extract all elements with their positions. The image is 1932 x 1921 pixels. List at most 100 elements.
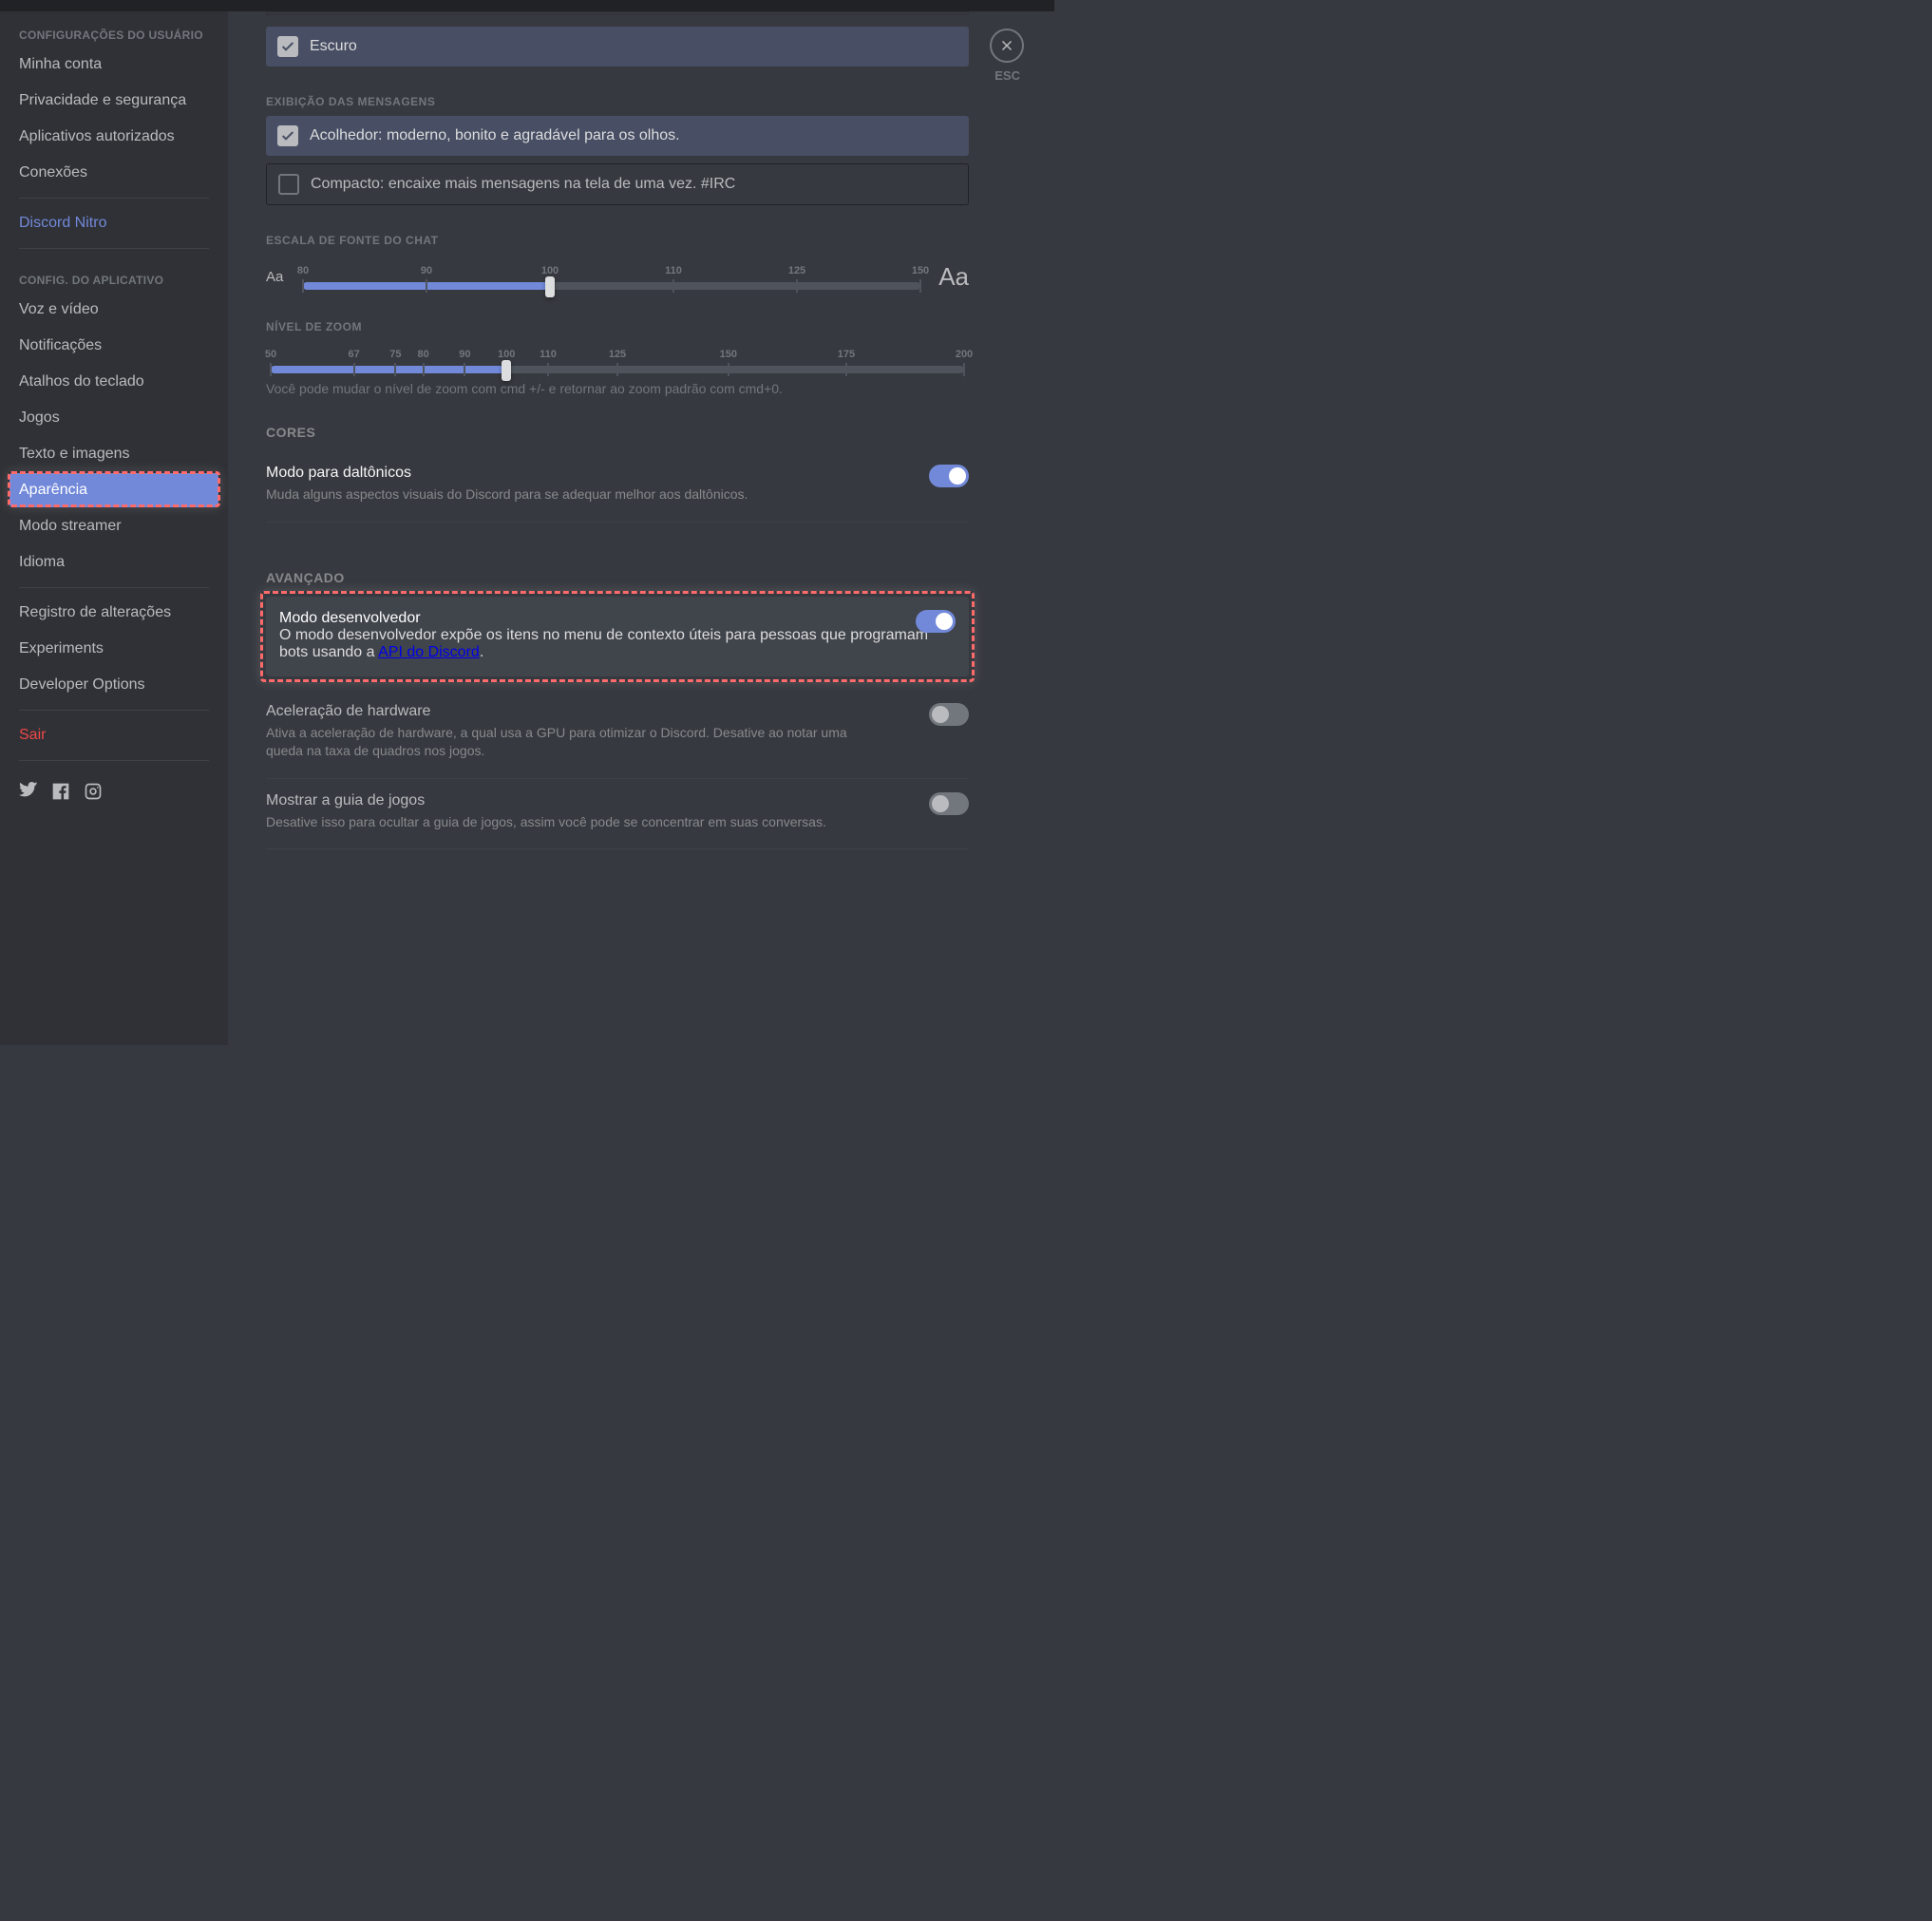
- slider-tick-label: 100: [541, 265, 559, 276]
- font-scale-slider-block: Aa 8090100110125150 Aa: [266, 262, 969, 292]
- instagram-icon[interactable]: [84, 782, 103, 806]
- checkbox-checked-icon: [277, 125, 298, 146]
- slider-tick-label: 200: [956, 349, 973, 360]
- games-tab-title: Mostrar a guia de jogos: [266, 792, 969, 809]
- hw-accel-title: Aceleração de hardware: [266, 703, 969, 720]
- section-header-message-display: EXIBIÇÃO DAS MENSAGENS: [266, 95, 969, 108]
- slider-tick-label: 75: [389, 349, 401, 360]
- display-option-cozy[interactable]: Acolhedor: moderno, bonito e agradável p…: [266, 116, 969, 156]
- slider-tick-mark: [963, 363, 965, 376]
- sidebar-item-authorized-apps[interactable]: Aplicativos autorizados: [9, 120, 218, 154]
- sidebar-divider: [19, 760, 209, 761]
- slider-tick-label: 110: [665, 265, 682, 276]
- developer-mode-desc: O modo desenvolvedor expõe os itens no m…: [279, 627, 956, 661]
- font-large-indicator: Aa: [937, 262, 969, 292]
- sidebar-item-notifications[interactable]: Notificações: [9, 329, 218, 363]
- checkbox-checked-icon: [277, 36, 298, 57]
- hw-accel-toggle[interactable]: [929, 703, 969, 726]
- slider-tick-mark: [547, 363, 549, 376]
- facebook-icon[interactable]: [51, 782, 70, 806]
- slider-tick-label: 67: [348, 349, 359, 360]
- slider-tick-mark: [672, 279, 674, 293]
- slider-tick-label: 125: [609, 349, 626, 360]
- setting-colorblind-mode: Modo para daltônicos Muda alguns aspecto…: [266, 451, 969, 523]
- close-icon: [998, 37, 1015, 54]
- close-settings-button[interactable]: [990, 29, 1024, 63]
- social-links: [9, 769, 218, 819]
- titlebar-strip: [228, 0, 1054, 11]
- slider-tick-mark: [845, 363, 847, 376]
- games-tab-toggle[interactable]: [929, 792, 969, 815]
- close-label: ESC: [994, 68, 1020, 83]
- sidebar-item-appearance[interactable]: Aparência: [9, 473, 218, 507]
- cozy-label: Acolhedor: moderno, bonito e agradável p…: [310, 127, 680, 144]
- slider-tick-label: 80: [417, 349, 428, 360]
- slider-tick-label: 125: [788, 265, 805, 276]
- sidebar-item-streamer-mode[interactable]: Modo streamer: [9, 509, 218, 543]
- sidebar-divider: [19, 198, 209, 199]
- slider-tick-label: 90: [459, 349, 470, 360]
- sidebar-item-my-account[interactable]: Minha conta: [9, 48, 218, 82]
- games-tab-desc: Desative isso para ocultar a guia de jog…: [266, 813, 874, 832]
- slider-tick-mark: [423, 363, 425, 376]
- toggle-knob: [932, 795, 949, 812]
- slider-tick-label: 110: [540, 349, 557, 360]
- setting-hardware-acceleration: Aceleração de hardware Ativa a aceleraçã…: [266, 690, 969, 779]
- sidebar-item-language[interactable]: Idioma: [9, 545, 218, 580]
- slider-tick-label: 150: [912, 265, 929, 276]
- theme-option-dark[interactable]: Escuro: [266, 27, 969, 67]
- sidebar-item-nitro[interactable]: Discord Nitro: [9, 206, 218, 240]
- colorblind-toggle[interactable]: [929, 465, 969, 487]
- sidebar-item-keybinds[interactable]: Atalhos do teclado: [9, 365, 218, 399]
- sidebar-divider: [19, 248, 209, 249]
- slider-tick-mark: [270, 363, 272, 376]
- sidebar-divider: [19, 710, 209, 711]
- slider-tick-mark: [302, 279, 304, 293]
- section-header-advanced: AVANÇADO: [266, 570, 969, 585]
- slider-tick-label: 50: [265, 349, 276, 360]
- section-header-font-scale: ESCALA DE FONTE DO CHAT: [266, 234, 969, 247]
- slider-thumb[interactable]: [502, 360, 511, 381]
- slider-tick-mark: [796, 279, 798, 293]
- setting-divider: [266, 522, 969, 523]
- sidebar-item-games[interactable]: Jogos: [9, 401, 218, 435]
- setting-divider: [266, 848, 969, 849]
- twitter-icon[interactable]: [19, 782, 38, 806]
- zoom-slider[interactable]: 5067758090100110125150175200: [266, 349, 969, 373]
- slider-tick-label: 100: [498, 349, 515, 360]
- theme-dark-label: Escuro: [310, 38, 357, 55]
- developer-mode-toggle[interactable]: [916, 610, 956, 633]
- sidebar-header-app: CONFIG. DO APLICATIVO: [9, 257, 218, 293]
- display-option-compact[interactable]: Compacto: encaixe mais mensagens na tela…: [266, 163, 969, 205]
- developer-mode-title: Modo desenvolvedor: [279, 610, 956, 627]
- colorblind-desc: Muda alguns aspectos visuais do Discord …: [266, 485, 874, 504]
- discord-api-link[interactable]: API do Discord: [378, 644, 480, 660]
- sidebar-item-experiments[interactable]: Experiments: [9, 632, 218, 666]
- sidebar-header-user: CONFIGURAÇÕES DO USUÁRIO: [9, 11, 218, 48]
- sidebar-item-developer-options[interactable]: Developer Options: [9, 668, 218, 702]
- font-small-indicator: Aa: [266, 269, 287, 285]
- sidebar-item-connections[interactable]: Conexões: [9, 156, 218, 190]
- font-scale-slider[interactable]: 8090100110125150: [298, 265, 925, 290]
- sidebar-item-text-images[interactable]: Texto e imagens: [9, 437, 218, 471]
- slider-tick-mark: [353, 363, 355, 376]
- toggle-knob: [932, 706, 949, 723]
- sidebar-item-voice-video[interactable]: Voz e vídeo: [9, 293, 218, 327]
- compact-label: Compacto: encaixe mais mensagens na tela…: [311, 176, 735, 193]
- toggle-knob: [936, 613, 953, 630]
- sidebar-item-privacy[interactable]: Privacidade e segurança: [9, 84, 218, 118]
- slider-tick-label: 175: [838, 349, 855, 360]
- slider-tick-label: 90: [421, 265, 432, 276]
- slider-tick-mark: [426, 279, 427, 293]
- hw-accel-desc: Ativa a aceleração de hardware, a qual u…: [266, 724, 874, 761]
- slider-tick-mark: [394, 363, 396, 376]
- slider-tick-label: 150: [720, 349, 737, 360]
- section-header-colors: CORES: [266, 425, 969, 440]
- settings-sidebar: CONFIGURAÇÕES DO USUÁRIO Minha conta Pri…: [0, 0, 228, 1045]
- zoom-hint: Você pode mudar o nível de zoom com cmd …: [266, 381, 969, 396]
- setting-show-games-tab: Mostrar a guia de jogos Desative isso pa…: [266, 779, 969, 850]
- sidebar-item-logout[interactable]: Sair: [9, 718, 218, 752]
- slider-thumb[interactable]: [545, 276, 555, 297]
- slider-tick-mark: [919, 279, 921, 293]
- sidebar-item-changelog[interactable]: Registro de alterações: [9, 596, 218, 630]
